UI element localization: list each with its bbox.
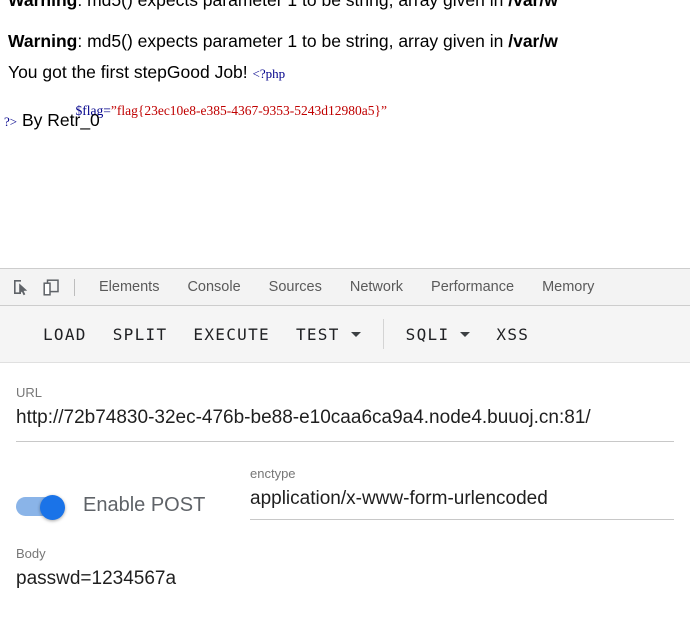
enctype-underline [250, 519, 674, 520]
url-label: URL [16, 385, 43, 400]
php-open-tag: <?php [252, 66, 286, 81]
warning-message: Warning: md5() expects parameter 1 to be… [8, 30, 558, 52]
tab-console[interactable]: Console [173, 269, 254, 305]
warning-text: : md5() expects parameter 1 to be string… [77, 0, 509, 10]
flag-source-line: $flag=”flag{23ec10e8-e385-4367-9353-5243… [62, 87, 388, 135]
tab-performance[interactable]: Performance [417, 269, 528, 305]
enctype-input[interactable]: application/x-www-form-urlencoded [250, 485, 674, 512]
chevron-down-icon [350, 331, 361, 337]
split-button[interactable]: SPLIT [100, 325, 181, 344]
url-underline [16, 441, 674, 442]
body-field-row: Body passwd=1234567a [16, 546, 674, 592]
xss-button[interactable]: XSS [483, 325, 542, 344]
body-label: Body [16, 546, 46, 561]
tab-sources[interactable]: Sources [255, 269, 336, 305]
toggle-switch[interactable] [16, 494, 71, 520]
flag-quote-close: ” [381, 103, 387, 118]
warning-path: /var/w [508, 0, 558, 10]
toolbar-divider [74, 278, 75, 296]
test-button-label: TEST [295, 324, 340, 344]
warning-message-clipped: Warning: md5() expects parameter 1 to be… [8, 0, 558, 11]
sqli-button-label: SQLI [405, 324, 450, 344]
split-button-label: SPLIT [112, 324, 168, 344]
flag-value: flag{23ec10e8-e385-4367-9353-5243d12980a… [116, 103, 381, 118]
test-dropdown-button[interactable]: TEST [283, 325, 374, 344]
inspect-element-icon[interactable] [6, 272, 36, 302]
devtools-tabbar: Elements Console Sources Network Perform… [0, 269, 690, 306]
load-button-label: LOAD [43, 324, 87, 344]
hackbar-form: URL http://72b74830-32ec-476b-be88-e10ca… [0, 363, 690, 592]
warning-label: Warning [8, 0, 78, 10]
step-message-text: You got the first stepGood Job! [8, 62, 248, 82]
toggle-knob [40, 494, 65, 520]
author-credit-line: ?> By Retr_0 [4, 110, 100, 131]
warning-label: Warning [8, 31, 78, 51]
hackbar-toolbar: LOAD SPLIT EXECUTE TEST SQLI XSS [0, 306, 690, 363]
device-toolbar-icon[interactable] [36, 272, 66, 302]
devtools-panel: Elements Console Sources Network Perform… [0, 268, 690, 633]
enctype-label: enctype [250, 466, 296, 481]
url-field-row: URL http://72b74830-32ec-476b-be88-e10ca… [16, 385, 674, 442]
load-button[interactable]: LOAD [30, 325, 100, 344]
body-input[interactable]: passwd=1234567a [16, 565, 674, 592]
enctype-field-row: enctype application/x-www-form-urlencode… [250, 466, 674, 520]
xss-button-label: XSS [496, 324, 530, 344]
enable-post-label: Enable POST [83, 494, 206, 516]
chevron-down-icon [460, 331, 471, 337]
tab-elements[interactable]: Elements [85, 269, 173, 305]
sqli-dropdown-button[interactable]: SQLI [393, 325, 484, 344]
author-credit-text: By Retr_0 [21, 110, 100, 130]
hackbar-divider [382, 319, 384, 349]
execute-button-label: EXECUTE [193, 324, 270, 344]
php-close-tag: ?> [4, 114, 18, 129]
execute-button[interactable]: EXECUTE [180, 325, 283, 344]
warning-text: : md5() expects parameter 1 to be string… [77, 31, 509, 51]
url-input[interactable]: http://72b74830-32ec-476b-be88-e10caa6ca… [16, 404, 674, 431]
post-settings-row: Enable POST enctype application/x-www-fo… [16, 466, 674, 520]
enable-post-toggle[interactable]: Enable POST [16, 494, 250, 520]
step-success-message: You got the first stepGood Job! <?php [8, 62, 285, 83]
warning-path: /var/w [508, 31, 558, 51]
php-page-output: Warning: md5() expects parameter 1 to be… [0, 0, 690, 268]
tab-memory[interactable]: Memory [528, 269, 608, 305]
tab-network[interactable]: Network [336, 269, 417, 305]
